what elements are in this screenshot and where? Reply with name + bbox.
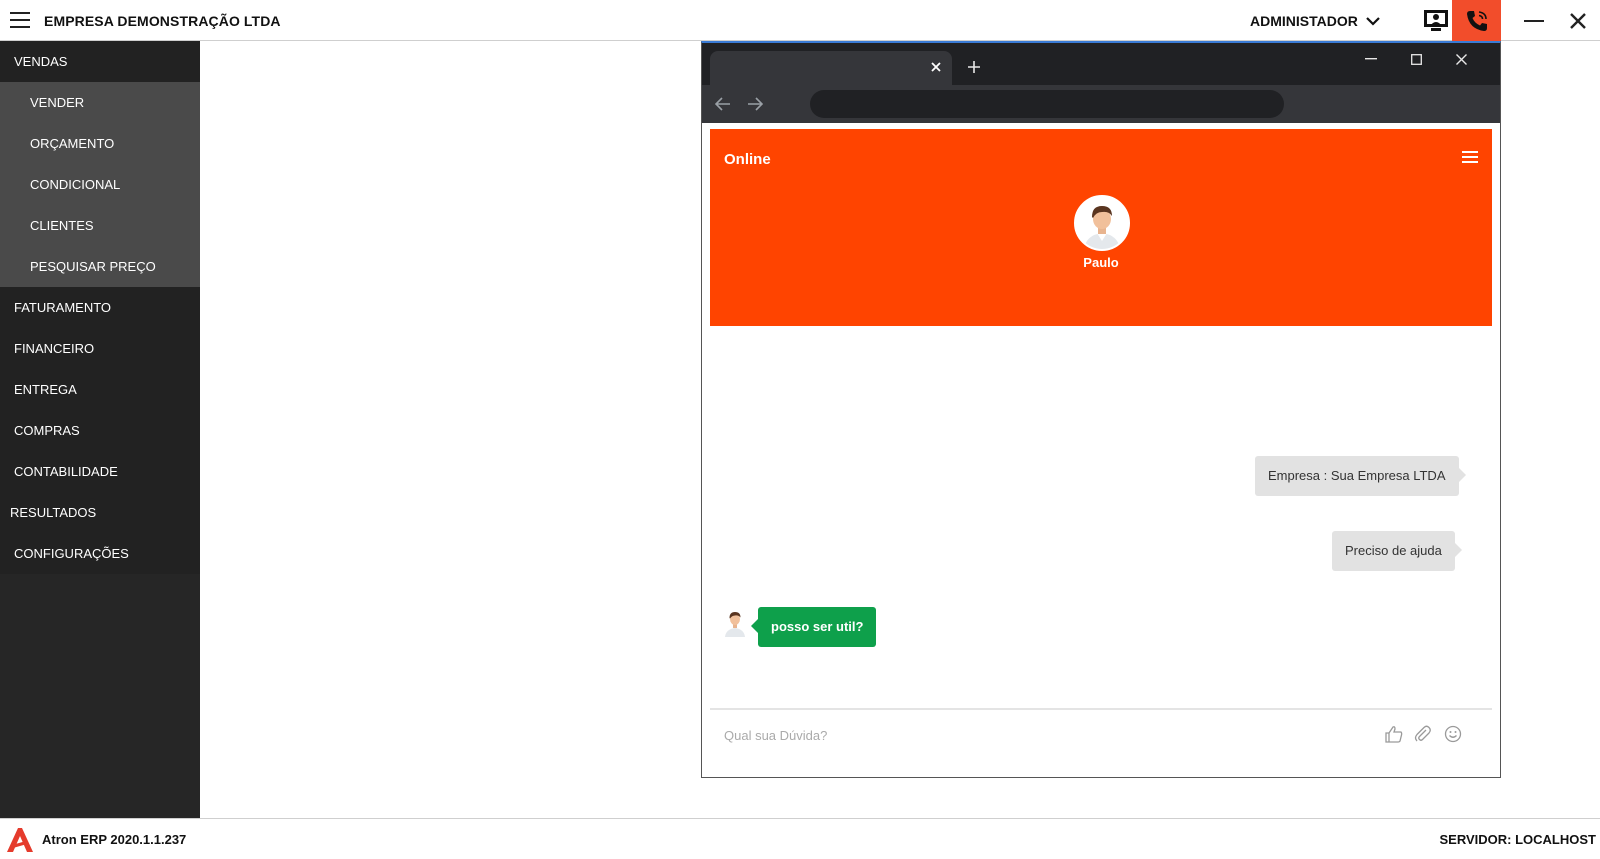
close-icon [1570,12,1586,29]
smiley-icon [1444,725,1462,743]
user-message-bubble: Empresa : Sua Empresa LTDA [1255,456,1465,496]
status-bar: Atron ERP 2020.1.1.237 SERVIDOR: LOCALHO… [0,818,1600,859]
chat-header: Online Paulo [710,129,1492,326]
atron-logo [6,827,34,858]
sidebar-item-financeiro[interactable]: FINANCEIRO [0,328,200,369]
minimize-icon [1524,19,1544,22]
agent-name: Paulo [1083,255,1119,270]
person-avatar-icon [1076,197,1128,249]
chat-input-area [710,708,1492,758]
browser-minimize-button[interactable] [1356,47,1386,71]
minimize-button[interactable] [1512,0,1556,41]
emoji-button[interactable] [1443,724,1463,744]
address-bar[interactable] [810,90,1284,118]
close-button[interactable] [1556,0,1600,41]
arrow-right-icon [748,97,763,111]
sidebar-item-vendas[interactable]: VENDAS [0,41,200,82]
attach-button[interactable] [1413,724,1433,744]
user-menu[interactable]: ADMINISTADOR [1250,13,1380,29]
new-tab-button[interactable] [964,57,984,77]
browser-popup-window: Online Paulo Empresa : Sua Empresa LTDA … [701,41,1501,778]
minimize-icon [1365,58,1377,60]
user-message-bubble: Preciso de ajuda [1332,531,1462,571]
sidebar-item-vender[interactable]: VENDER [0,82,200,123]
company-name: EMPRESA DEMONSTRAÇÃO LTDA [44,13,281,29]
sidebar-item-condicional[interactable]: CONDICIONAL [0,164,200,205]
remote-support-icon [1424,9,1448,31]
sidebar-item-faturamento[interactable]: FATURAMENTO [0,287,200,328]
title-bar: EMPRESA DEMONSTRAÇÃO LTDA ADMINISTADOR [0,0,1600,41]
phone-icon [1466,10,1487,31]
browser-maximize-button[interactable] [1401,47,1431,71]
chat-message-input[interactable] [710,716,1350,754]
sidebar-item-resultados[interactable]: RESULTADOS [0,492,200,533]
paperclip-icon [1414,725,1431,742]
agent-message-avatar [722,609,748,637]
person-avatar-icon [725,612,745,637]
phone-button[interactable] [1452,0,1501,41]
browser-toolbar [702,85,1500,123]
sidebar-item-pesquisar-preco[interactable]: PESQUISAR PREÇO [0,246,200,287]
browser-tab[interactable] [710,51,952,85]
arrow-left-icon [715,97,730,111]
close-icon [1455,53,1467,65]
thumbs-up-button[interactable] [1384,724,1404,744]
close-icon [931,62,941,72]
back-button[interactable] [712,93,734,115]
maximize-icon [1410,53,1422,65]
chat-status: Online [724,151,771,168]
erp-app-window: EMPRESA DEMONSTRAÇÃO LTDA ADMINISTADOR V… [0,0,1600,859]
chevron-down-icon [1366,17,1380,26]
agent-message-bubble: posso ser util? [750,607,877,647]
chat-menu-icon[interactable] [1462,151,1478,165]
server-info: SERVIDOR: LOCALHOST [1439,832,1597,847]
atron-logo-icon [7,828,33,852]
tab-close-button[interactable] [928,59,944,75]
sidebar-item-configuracoes[interactable]: CONFIGURAÇÕES [0,533,200,574]
sidebar-item-contabilidade[interactable]: CONTABILIDADE [0,451,200,492]
browser-tab-strip [702,43,1500,85]
thumbs-up-icon [1385,726,1403,743]
hamburger-menu-icon[interactable] [10,12,30,28]
sidebar-item-orcamento[interactable]: ORÇAMENTO [0,123,200,164]
app-version: Atron ERP 2020.1.1.237 [42,832,187,847]
user-name: ADMINISTADOR [1250,13,1358,29]
sidebar-item-entrega[interactable]: ENTREGA [0,369,200,410]
sidebar: VENDAS VENDER ORÇAMENTO CONDICIONAL CLIE… [0,41,200,818]
forward-button[interactable] [744,93,766,115]
sidebar-item-compras[interactable]: COMPRAS [0,410,200,451]
browser-close-button[interactable] [1446,47,1476,71]
sidebar-item-clientes[interactable]: CLIENTES [0,205,200,246]
plus-icon [968,61,980,73]
agent-avatar [1074,195,1130,251]
